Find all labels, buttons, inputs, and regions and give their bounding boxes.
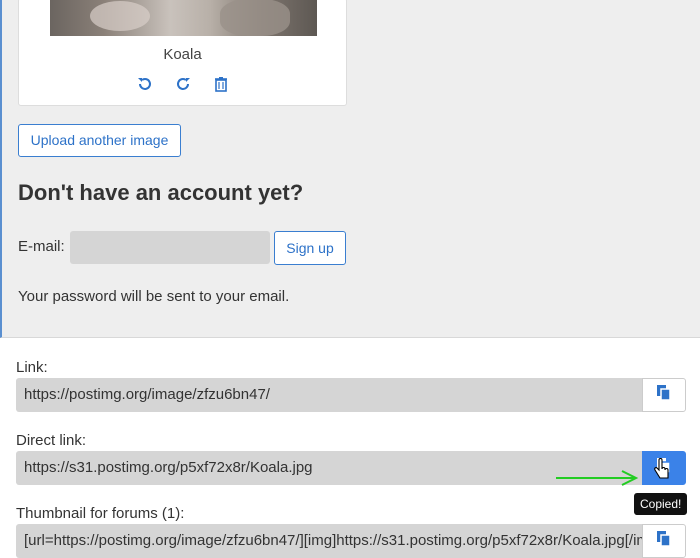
trash-icon[interactable] <box>212 75 230 93</box>
copy-icon <box>657 384 671 406</box>
copy-icon <box>657 530 671 552</box>
link-label: Link: <box>16 359 48 376</box>
upload-panel: Koala Upload another image Don't have an… <box>0 0 700 338</box>
image-caption: Koala <box>163 46 202 63</box>
sign-up-button[interactable]: Sign up <box>274 231 346 265</box>
green-arrow-icon <box>556 470 639 486</box>
copy-link-button[interactable] <box>642 378 686 412</box>
email-field[interactable] <box>70 231 270 264</box>
email-label: E-mail: <box>18 238 65 255</box>
thumbnail-forums-label: Thumbnail for forums (1): <box>16 505 185 522</box>
direct-link-field[interactable]: https://s31.postimg.org/p5xf72x8r/Koala.… <box>16 451 642 485</box>
hand-cursor-icon <box>654 458 669 479</box>
copy-thumbnail-button[interactable] <box>642 524 686 558</box>
image-actions <box>19 75 346 93</box>
rotate-right-icon[interactable] <box>174 75 192 93</box>
upload-another-button[interactable]: Upload another image <box>18 124 181 157</box>
direct-link-label: Direct link: <box>16 432 87 449</box>
link-field[interactable]: https://postimg.org/image/zfzu6bn47/ <box>16 378 642 412</box>
thumbnail-forums-field[interactable]: [url=https://postimg.org/image/zfzu6bn47… <box>16 524 642 558</box>
koala-thumbnail[interactable] <box>50 0 317 36</box>
account-heading: Don't have an account yet? <box>18 180 304 205</box>
image-card: Koala <box>18 0 347 106</box>
rotate-left-icon[interactable] <box>136 75 154 93</box>
copied-tooltip: Copied! <box>634 493 688 515</box>
password-note: Your password will be sent to your email… <box>18 288 290 305</box>
